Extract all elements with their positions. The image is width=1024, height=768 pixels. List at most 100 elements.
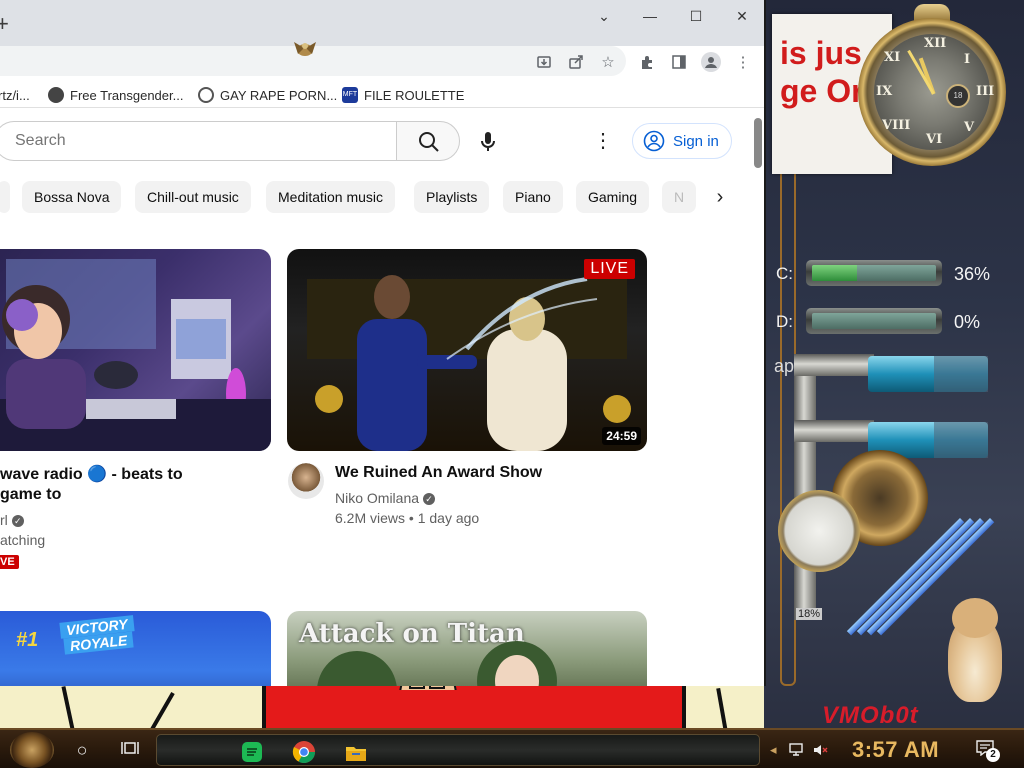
network-icon[interactable]	[788, 742, 806, 758]
youtube-search-button[interactable]	[396, 121, 460, 161]
bookmarks-bar: rtz/i... Free Transgender... GAY RAPE PO…	[0, 82, 764, 108]
star-icon[interactable]: ☆	[598, 52, 618, 72]
video-title[interactable]: We Ruined An Award Show	[335, 464, 542, 482]
chrome-browser-window[interactable]: + ⌄ — ☐ ✕ ☆ ⋮ rtz/i... Free Transgender.…	[0, 0, 766, 686]
chip-next-partial[interactable]: N	[662, 181, 697, 213]
live-badge-small: VE	[0, 555, 19, 569]
drive-letter: C:	[776, 264, 793, 283]
clock-numeral-11: XI	[884, 50, 901, 65]
bookmark-label: GAY RAPE PORN...	[220, 87, 338, 103]
chip-scroll-right-icon[interactable]: ›	[700, 180, 740, 214]
video-stats: 6.2M views • 1 day ago	[335, 510, 480, 526]
video-channel[interactable]: Niko Omilana ✓	[335, 490, 436, 506]
tray-overflow-icon[interactable]: ◂	[770, 742, 780, 758]
chrome-icon[interactable]	[291, 739, 317, 765]
chip-bossa-nova[interactable]: Bossa Nova	[22, 181, 122, 213]
notification-count-badge: 2	[986, 748, 1000, 762]
bookmark-item[interactable]: MFT FILE ROULETTE	[342, 86, 464, 104]
profile-icon[interactable]	[701, 52, 721, 72]
video-thumbnail-fortnite[interactable]: #1 VICTORY ROYALE	[0, 611, 271, 686]
maximize-button[interactable]: ☐	[673, 6, 719, 26]
anime-characters	[317, 641, 557, 686]
chip-meditation-music[interactable]: Meditation music	[266, 181, 396, 213]
steampunk-clock-gadget[interactable]: XII I III V VI VIII IX XI 18	[852, 4, 1012, 172]
account-icon	[643, 130, 665, 152]
spotify-icon[interactable]	[239, 739, 265, 765]
video-title-line[interactable]: wave radio 🔵 - beats to	[0, 464, 183, 484]
clock-numeral-1: I	[964, 52, 971, 67]
view-count: 6.2M views	[335, 510, 406, 526]
video-thumbnail-award-show[interactable]: LIVE 24:59	[287, 249, 647, 451]
page-scrollbar[interactable]	[752, 112, 764, 686]
bookmark-item[interactable]: GAY RAPE PORN...	[198, 86, 337, 104]
minimize-button[interactable]: —	[627, 6, 673, 26]
wallpaper-signature: VMOb0t	[822, 702, 919, 729]
upload-age: 1 day ago	[417, 510, 480, 526]
bird-cursor-icon	[294, 42, 316, 56]
clock-numeral-12: XII	[924, 36, 947, 51]
extensions-icon[interactable]	[637, 52, 657, 72]
close-button[interactable]: ✕	[719, 6, 764, 26]
pinned-apps-bar	[156, 734, 760, 766]
youtube-more-icon[interactable]: ⋮	[588, 126, 618, 156]
sign-in-label: Sign in	[673, 132, 719, 150]
new-tab-button[interactable]: +	[0, 12, 20, 36]
video-channel[interactable]: rl ✓	[0, 512, 24, 528]
bookmark-label: rtz/i...	[0, 87, 30, 103]
drive-usage-percent: 36%	[954, 264, 991, 284]
lofi-girl-illustration	[0, 259, 271, 451]
video-thumbnail-attack-on-titan[interactable]: Attack on Titan	[287, 611, 647, 686]
chip-piano[interactable]: Piano	[503, 181, 563, 213]
sign-in-button[interactable]: Sign in	[632, 123, 732, 159]
youtube-page: ⋮ Sign in Bossa Nova Chill-out music Med…	[0, 112, 752, 686]
file-explorer-icon[interactable]	[343, 739, 369, 765]
task-view-icon[interactable]	[118, 738, 142, 762]
start-button[interactable]	[10, 732, 54, 768]
share-icon[interactable]	[566, 52, 586, 72]
video-title-line[interactable]: game to	[0, 486, 61, 504]
bookmark-item[interactable]: rtz/i...	[0, 86, 30, 104]
microphone-icon[interactable]	[472, 125, 504, 157]
pipes-label: ap	[774, 356, 795, 376]
clock-numeral-9: IX	[876, 84, 893, 99]
globe-favicon-icon	[198, 87, 214, 103]
youtube-search-input[interactable]	[0, 122, 398, 160]
drive-usage-tube	[806, 308, 942, 334]
channel-avatar[interactable]	[288, 463, 324, 499]
horizontal-pipe	[794, 354, 874, 376]
clock-numeral-6: VI	[926, 132, 943, 147]
tab-search-button[interactable]: ⌄	[581, 6, 627, 26]
browser-menu-icon[interactable]: ⋮	[733, 52, 753, 72]
hamster-icon	[944, 598, 1006, 706]
scrollbar-thumb[interactable]	[754, 118, 762, 168]
cartoon-character-icon	[399, 686, 457, 690]
chip-gaming[interactable]: Gaming	[576, 181, 650, 213]
video-stats: atching	[0, 532, 46, 548]
drive-usage-fill	[812, 265, 857, 281]
live-badge: LIVE	[584, 259, 635, 279]
cartoon-wallpaper-strip	[0, 686, 764, 730]
cortana-search-icon[interactable]: ○	[70, 738, 94, 762]
search-icon	[419, 132, 439, 152]
chip-partial[interactable]	[0, 181, 10, 213]
horizontal-pipe	[794, 420, 874, 442]
sidebar-icon[interactable]	[669, 52, 689, 72]
thumb-text: #1	[16, 629, 39, 651]
chip-chill-out-music[interactable]: Chill-out music	[135, 181, 251, 213]
video-thumbnail-lofi[interactable]	[0, 249, 271, 451]
cartoon-red-panel	[262, 686, 686, 730]
channel-name: Niko Omilana	[335, 490, 420, 506]
windows-taskbar: ○ ◂ 3:57 AM 2	[0, 728, 1024, 768]
browser-titlebar[interactable]: + ⌄ — ☐ ✕	[0, 0, 764, 46]
bookmark-item[interactable]: Free Transgender...	[48, 86, 183, 104]
download-icon[interactable]	[534, 52, 554, 72]
gauge-percent: 18%	[796, 608, 823, 620]
award-show-photo	[307, 275, 631, 451]
bookmark-label: Free Transgender...	[70, 87, 184, 103]
youtube-search-box[interactable]	[0, 121, 398, 161]
chip-playlists[interactable]: Playlists	[414, 181, 490, 213]
mft-favicon-icon: MFT	[342, 87, 358, 103]
volume-muted-icon[interactable]	[812, 742, 830, 758]
taskbar-clock[interactable]: 3:57 AM	[852, 737, 939, 763]
clock-numeral-3: III	[976, 84, 995, 99]
